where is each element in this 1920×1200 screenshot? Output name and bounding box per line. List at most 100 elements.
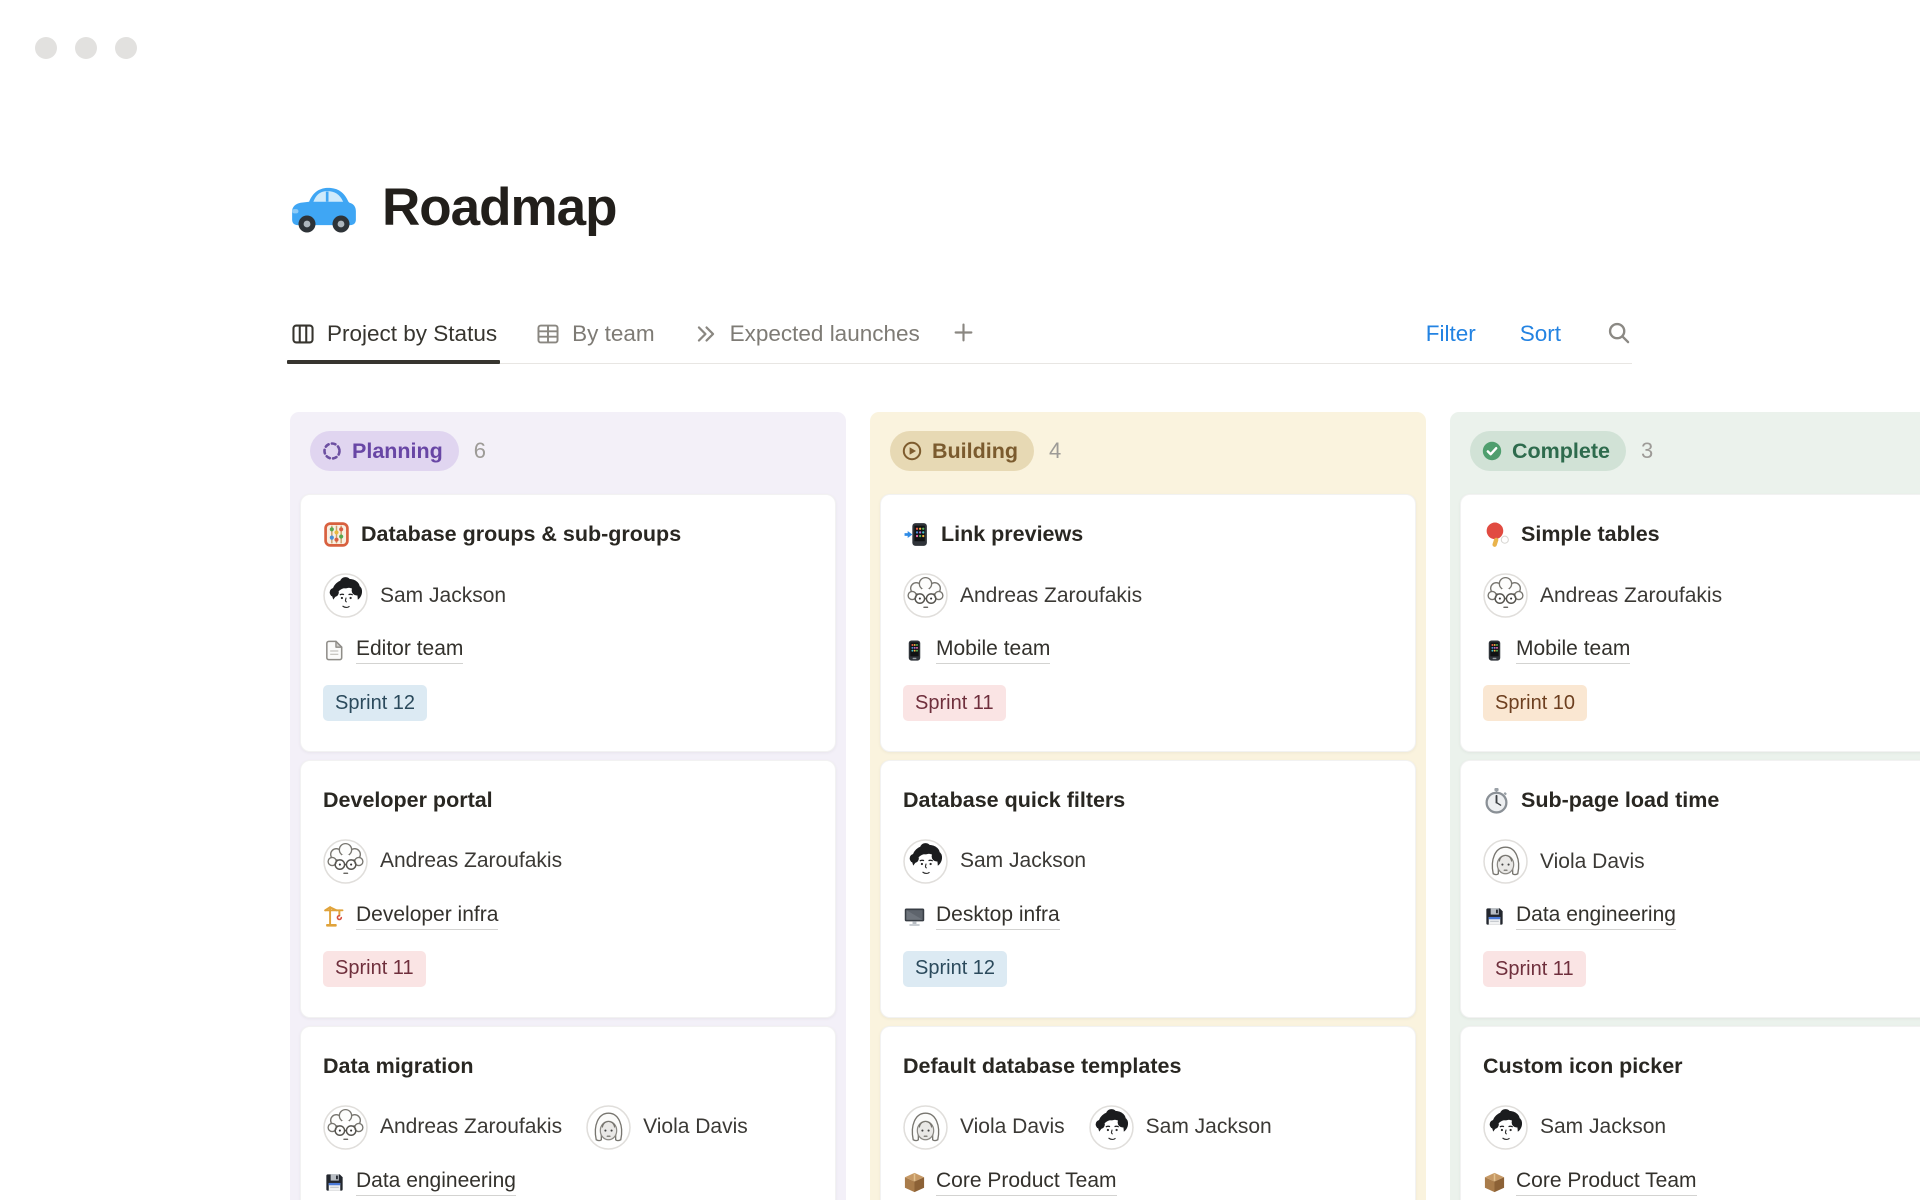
person-name: Viola Davis <box>960 1115 1065 1139</box>
team-link-core-product-team[interactable]: Core Product Team <box>1516 1169 1697 1196</box>
window-minimize-button[interactable] <box>75 37 97 59</box>
sprint-tag: Sprint 10 <box>1483 685 1587 721</box>
sprint-tag: Sprint 12 <box>323 685 427 721</box>
card-team: Data engineering <box>1483 903 1920 930</box>
card-database-groups-sub-groups[interactable]: Database groups & sub-groups Sam Jackson E… <box>300 494 836 752</box>
filter-button[interactable]: Filter <box>1426 321 1476 347</box>
status-pill-complete[interactable]: Complete <box>1470 431 1626 471</box>
card-link-previews[interactable]: Link previewsAndreas ZaroufakisMobile te… <box>880 494 1416 752</box>
column-planning: Planning 6 Database groups & sub-groups Sam… <box>290 412 846 1200</box>
person-viola-davis: Viola Davis <box>1483 839 1645 884</box>
plus-icon <box>950 319 977 349</box>
person-name: Andreas Zaroufakis <box>380 1115 562 1139</box>
mobile-icon <box>903 639 926 662</box>
card-title: Database quick filters <box>903 787 1393 814</box>
card-title-text: Database quick filters <box>903 787 1125 814</box>
card-title: Custom icon picker <box>1483 1053 1920 1080</box>
team-link-data-engineering[interactable]: Data engineering <box>1516 903 1676 930</box>
mobile-icon <box>1483 639 1506 662</box>
card-title-text: Developer portal <box>323 787 493 814</box>
abacus-icon <box>323 521 350 548</box>
package-icon <box>903 1171 926 1194</box>
sprint-tag: Sprint 11 <box>1483 951 1586 987</box>
person-name: Viola Davis <box>1540 850 1645 874</box>
status-pill-building[interactable]: Building <box>890 431 1034 471</box>
status-planning-icon <box>321 440 343 462</box>
person-andreas-zaroufakis: Andreas Zaroufakis <box>323 1105 562 1150</box>
status-pill-label: Complete <box>1512 439 1610 464</box>
card-team: Core Product Team <box>903 1169 1393 1196</box>
card-title: Database groups & sub-groups <box>323 521 813 548</box>
card-database-quick-filters[interactable]: Database quick filters Sam Jackson Desktop… <box>880 760 1416 1018</box>
card-title-text: Simple tables <box>1521 521 1660 548</box>
person-andreas-zaroufakis: Andreas Zaroufakis <box>903 573 1142 618</box>
card-team: Mobile team <box>903 637 1393 664</box>
add-view-button[interactable] <box>950 319 977 349</box>
view-tabs-bar: Project by Status By team Expected launche… <box>290 304 1632 364</box>
person-sam-jackson: Sam Jackson <box>903 839 1086 884</box>
team-link-core-product-team[interactable]: Core Product Team <box>936 1169 1117 1196</box>
team-link-desktop-infra[interactable]: Desktop infra <box>936 903 1060 930</box>
card-people: Andreas Zaroufakis Viola Davis <box>323 1105 813 1150</box>
column-header-planning: Planning 6 <box>310 431 836 471</box>
person-viola-davis: Viola Davis <box>903 1105 1065 1150</box>
search-icon <box>1605 319 1632 349</box>
window-controls <box>35 37 137 59</box>
tab-label: Project by Status <box>327 321 497 347</box>
card-data-migration[interactable]: Data migration Andreas Zaroufakis Viola Da… <box>300 1026 836 1200</box>
card-default-database-templates[interactable]: Default database templatesViola DavisSam… <box>880 1026 1416 1200</box>
person-sam-jackson: Sam Jackson <box>323 573 506 618</box>
search-button[interactable] <box>1605 319 1632 349</box>
card-developer-portal[interactable]: Developer portal Andreas Zaroufakis Develo… <box>300 760 836 1018</box>
page-content: Roadmap Project by Status By team Expected… <box>0 0 1630 1200</box>
team-link-developer-infra[interactable]: Developer infra <box>356 903 498 930</box>
card-custom-icon-picker[interactable]: Custom icon pickerSam JacksonCore Produc… <box>1460 1026 1920 1200</box>
window-zoom-button[interactable] <box>115 37 137 59</box>
person-name: Sam Jackson <box>960 849 1086 873</box>
card-team: Editor team <box>323 637 813 664</box>
team-link-data-engineering[interactable]: Data engineering <box>356 1169 516 1196</box>
kanban-board: Planning 6 Database groups & sub-groups Sam… <box>290 412 1920 1200</box>
double-chevron-icon <box>693 321 719 347</box>
sort-button[interactable]: Sort <box>1520 321 1561 347</box>
person-name: Viola Davis <box>643 1115 748 1139</box>
floppy-icon <box>1483 905 1506 928</box>
tab-expected-launches[interactable]: Expected launches <box>693 304 920 364</box>
card-people: Sam Jackson <box>323 573 813 618</box>
view-controls: Filter Sort <box>1426 319 1632 349</box>
card-team: Mobile team <box>1483 637 1920 664</box>
crane-icon <box>323 905 346 928</box>
card-people: Sam Jackson <box>903 839 1393 884</box>
card-sub-page-load-time[interactable]: Sub-page load time Viola Davis Data engine… <box>1460 760 1920 1018</box>
person-viola-davis: Viola Davis <box>586 1105 748 1150</box>
team-link-mobile-team[interactable]: Mobile team <box>1516 637 1630 664</box>
card-title-text: Sub-page load time <box>1521 787 1719 814</box>
card-people: Viola DavisSam Jackson <box>903 1105 1393 1150</box>
card-simple-tables[interactable]: Simple tables Andreas Zaroufakis Mobile te… <box>1460 494 1920 752</box>
person-andreas-zaroufakis: Andreas Zaroufakis <box>323 839 562 884</box>
table-view-icon <box>535 321 561 347</box>
team-link-mobile-team[interactable]: Mobile team <box>936 637 1050 664</box>
column-building: Building4 Link previewsAndreas Zaroufakis… <box>870 412 1426 1200</box>
avatar-andreas-zaroufakis-icon <box>323 1105 368 1150</box>
sprint-tag: Sprint 12 <box>903 951 1007 987</box>
card-people: Andreas Zaroufakis <box>1483 573 1920 618</box>
avatar-sam-jackson-icon <box>903 839 948 884</box>
window-close-button[interactable] <box>35 37 57 59</box>
tab-label: By team <box>572 321 655 347</box>
tab-by-team[interactable]: By team <box>535 304 655 364</box>
sprint-tag: Sprint 11 <box>903 685 1006 721</box>
page-title: Roadmap <box>290 170 1630 244</box>
avatar-andreas-zaroufakis-icon <box>323 839 368 884</box>
card-people: Andreas Zaroufakis <box>323 839 813 884</box>
card-team: Desktop infra <box>903 903 1393 930</box>
person-name: Andreas Zaroufakis <box>1540 584 1722 608</box>
status-pill-planning[interactable]: Planning <box>310 431 459 471</box>
card-title-text: Data migration <box>323 1053 474 1080</box>
status-building-icon <box>901 440 923 462</box>
column-header-building: Building4 <box>890 431 1416 471</box>
team-link-editor-team[interactable]: Editor team <box>356 637 463 664</box>
column-count: 6 <box>474 438 486 464</box>
tab-project-by-status[interactable]: Project by Status <box>290 304 497 364</box>
desktop-icon <box>903 905 926 928</box>
